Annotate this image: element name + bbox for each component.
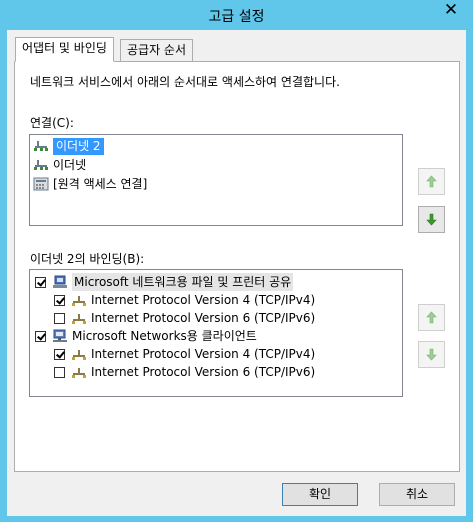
- binding-checkbox[interactable]: [54, 312, 65, 324]
- file-printer-sharing-icon: [52, 275, 69, 289]
- connections-list[interactable]: 이더넷 2 이더넷 [원격 액세스 연결]: [29, 134, 403, 226]
- list-item[interactable]: Internet Protocol Version 6 (TCP/IPv6): [54, 363, 315, 381]
- bindings-label: 이더넷 2의 바인딩(B):: [30, 252, 145, 266]
- binding-checkbox[interactable]: [54, 366, 65, 378]
- list-item-label: 이더넷 2: [53, 137, 104, 155]
- network-client-icon: [52, 329, 69, 343]
- protocol-icon: [71, 365, 88, 379]
- protocol-icon: [71, 347, 88, 361]
- list-item[interactable]: Microsoft Networks용 클라이언트: [35, 327, 257, 345]
- list-item-label: Microsoft 네트워크용 파일 및 프린터 공유: [72, 273, 294, 291]
- list-item-label: Microsoft Networks용 클라이언트: [72, 329, 257, 343]
- list-item-label: Internet Protocol Version 6 (TCP/IPv6): [91, 311, 316, 325]
- ok-button[interactable]: 확인: [282, 483, 358, 506]
- list-item[interactable]: Internet Protocol Version 6 (TCP/IPv6): [54, 309, 315, 327]
- move-binding-up-button[interactable]: [418, 304, 445, 331]
- up-arrow-icon: [426, 175, 437, 188]
- move-connection-down-button[interactable]: [418, 206, 445, 233]
- window-title: 고급 설정: [208, 9, 265, 25]
- panel-description: 네트워크 서비스에서 아래의 순서대로 액세스하여 연결합니다.: [30, 75, 340, 89]
- network-adapter-icon: [33, 139, 50, 153]
- list-item-label: Internet Protocol Version 4 (TCP/IPv4): [91, 293, 316, 307]
- list-item-label: Internet Protocol Version 4 (TCP/IPv4): [91, 347, 316, 361]
- dialog-client-area: 어댑터 및 바인딩 공급자 순서 네트워크 서비스에서 아래의 순서대로 액세스…: [7, 30, 466, 516]
- list-item[interactable]: 이더넷 2: [33, 137, 104, 155]
- binding-checkbox[interactable]: [54, 348, 65, 360]
- binding-checkbox[interactable]: [35, 276, 46, 288]
- list-item[interactable]: 이더넷: [33, 156, 86, 174]
- connections-label: 연결(C):: [30, 116, 74, 130]
- protocol-icon: [71, 293, 88, 307]
- bindings-list[interactable]: Microsoft 네트워크용 파일 및 프린터 공유 Internet Pro…: [29, 269, 403, 397]
- list-item-label: 이더넷: [53, 158, 87, 172]
- up-arrow-icon: [426, 311, 437, 324]
- binding-checkbox[interactable]: [35, 330, 46, 342]
- down-arrow-icon: [426, 213, 437, 226]
- remote-access-icon: [33, 177, 50, 191]
- advanced-settings-window: 고급 설정 ✕ 어댑터 및 바인딩 공급자 순서 네트워크 서비스에서 아래의 …: [0, 0, 473, 522]
- list-item[interactable]: Microsoft 네트워크용 파일 및 프린터 공유: [35, 273, 294, 291]
- tab-provider-order[interactable]: 공급자 순서: [120, 39, 194, 61]
- close-icon: ✕: [443, 0, 459, 20]
- list-item[interactable]: Internet Protocol Version 4 (TCP/IPv4): [54, 345, 315, 363]
- list-item-label: [원격 액세스 연결]: [53, 177, 148, 191]
- binding-checkbox[interactable]: [54, 294, 65, 306]
- title-bar[interactable]: 고급 설정 ✕: [0, 0, 473, 30]
- down-arrow-icon: [426, 348, 437, 361]
- move-binding-down-button[interactable]: [418, 341, 445, 368]
- network-adapter-icon: [33, 158, 50, 172]
- protocol-icon: [71, 311, 88, 325]
- cancel-button[interactable]: 취소: [379, 483, 455, 506]
- move-connection-up-button[interactable]: [418, 168, 445, 195]
- tab-panel: 네트워크 서비스에서 아래의 순서대로 액세스하여 연결합니다. 연결(C): …: [14, 61, 460, 472]
- list-item[interactable]: Internet Protocol Version 4 (TCP/IPv4): [54, 291, 315, 309]
- tab-adapters-bindings[interactable]: 어댑터 및 바인딩: [15, 37, 114, 62]
- close-button[interactable]: ✕: [437, 1, 465, 21]
- list-item-label: Internet Protocol Version 6 (TCP/IPv6): [91, 365, 316, 379]
- list-item[interactable]: [원격 액세스 연결]: [33, 175, 147, 193]
